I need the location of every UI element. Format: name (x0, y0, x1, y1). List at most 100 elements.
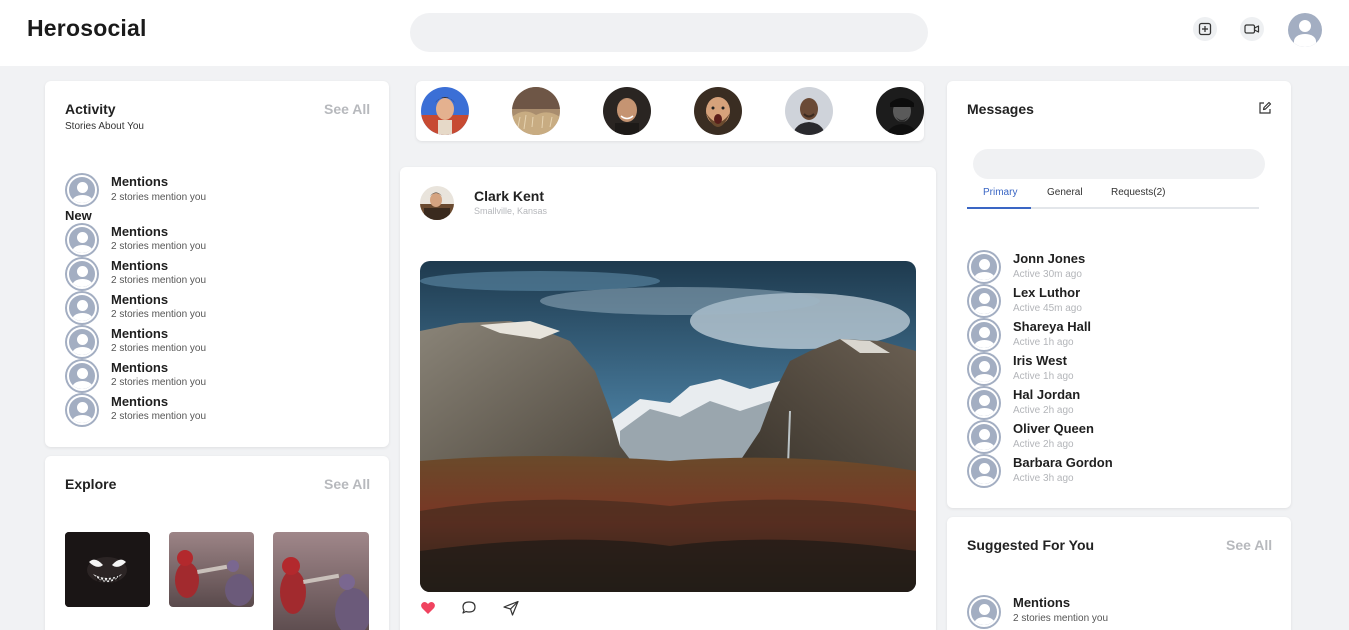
add-square-icon (1198, 22, 1212, 36)
activity-item-sub: 2 stories mention you (111, 377, 207, 388)
activity-avatar (65, 393, 99, 427)
activity-item-name[interactable]: Mentions (111, 258, 168, 273)
deadpool-thanos-image (273, 532, 369, 630)
stories-bar (416, 81, 924, 141)
explore-image-deadpool-thanos[interactable] (273, 532, 369, 630)
activity-item-name[interactable]: Mentions (111, 394, 168, 409)
contact-name[interactable]: Barbara Gordon (1013, 455, 1113, 470)
contact-status: Active 1h ago (1013, 371, 1074, 382)
video-icon (1244, 24, 1260, 34)
comment-icon (462, 601, 476, 614)
tab-general[interactable]: General (1047, 187, 1083, 198)
story-avatar[interactable] (876, 87, 924, 135)
activity-avatar (65, 359, 99, 393)
profile-avatar[interactable] (1288, 13, 1322, 47)
contact-avatar (967, 318, 1001, 352)
user-avatar-icon (1299, 20, 1311, 32)
story-image (876, 87, 924, 135)
contact-avatar (967, 284, 1001, 318)
activity-item-sub: 2 stories mention you (111, 241, 207, 252)
contact-status: Active 2h ago (1013, 405, 1074, 416)
activity-item-sub: 2 stories mention you (111, 275, 207, 286)
story-avatar[interactable] (421, 87, 469, 135)
messages-search-input[interactable] (973, 149, 1265, 179)
new-section-label: New (65, 208, 92, 223)
contact-avatar (967, 454, 1001, 488)
story-image (512, 87, 560, 135)
share-button[interactable] (502, 600, 520, 616)
contact-name[interactable]: Hal Jordan (1013, 387, 1080, 402)
activity-avatar (65, 223, 99, 257)
venom-image (65, 532, 150, 607)
contact-avatar (967, 352, 1001, 386)
tab-requests[interactable]: Requests(2) (1111, 187, 1165, 198)
activity-item-name[interactable]: Mentions (111, 224, 168, 239)
activity-item-name[interactable]: Mentions (111, 360, 168, 375)
suggested-title: Suggested For You (967, 537, 1095, 553)
suggested-see-all-link[interactable]: See All (1226, 537, 1272, 553)
contact-name[interactable]: Iris West (1013, 353, 1067, 368)
contact-avatar (967, 386, 1001, 420)
contact-avatar (967, 250, 1001, 284)
compose-message-button[interactable] (1258, 101, 1272, 115)
contact-name[interactable]: Oliver Queen (1013, 421, 1094, 436)
deadpool-image (169, 532, 254, 607)
activity-subtitle: Stories About You (65, 121, 144, 132)
activity-item-name[interactable]: Mentions (111, 326, 168, 341)
contact-status: Active 45m ago (1013, 303, 1082, 314)
yosemite-valley-image (420, 261, 916, 592)
contact-name[interactable]: Jonn Jones (1013, 251, 1085, 266)
top-bar: Herosocial (0, 0, 1349, 66)
story-image (694, 87, 742, 135)
activity-item-sub: 2 stories mention you (111, 309, 207, 320)
activity-item-sub: 2 stories mention you (111, 192, 207, 203)
post-image[interactable] (420, 261, 916, 592)
story-avatar[interactable] (785, 87, 833, 135)
explore-image-deadpool[interactable] (169, 532, 254, 607)
activity-card (45, 81, 389, 447)
activity-avatar (65, 325, 99, 359)
like-button[interactable] (420, 600, 436, 616)
contact-avatar (967, 420, 1001, 454)
contact-status: Active 30m ago (1013, 269, 1082, 280)
suggested-item-name[interactable]: Mentions (1013, 595, 1070, 610)
story-avatar[interactable] (603, 87, 651, 135)
explore-see-all-link[interactable]: See All (324, 476, 370, 492)
story-image (603, 87, 651, 135)
comment-button[interactable] (461, 600, 477, 616)
avatar-body (1294, 34, 1316, 47)
contact-name[interactable]: Shareya Hall (1013, 319, 1091, 334)
post-location: Smallville, Kansas (474, 206, 548, 216)
contact-status: Active 3h ago (1013, 473, 1074, 484)
activity-avatar (65, 291, 99, 325)
activity-title: Activity (65, 101, 116, 117)
story-avatar[interactable] (512, 87, 560, 135)
add-post-button[interactable] (1193, 17, 1217, 41)
activity-item-name[interactable]: Mentions (111, 292, 168, 307)
heart-icon (421, 602, 435, 614)
activity-item-name[interactable]: Mentions (111, 174, 168, 189)
story-image (785, 87, 833, 135)
video-call-button[interactable] (1240, 17, 1264, 41)
tab-primary[interactable]: Primary (983, 187, 1017, 198)
activity-item-sub: 2 stories mention you (111, 411, 207, 422)
post-author-avatar[interactable] (420, 186, 454, 220)
suggested-avatar (967, 595, 1001, 629)
contact-name[interactable]: Lex Luthor (1013, 285, 1080, 300)
author-avatar-image (420, 186, 454, 220)
contact-status: Active 2h ago (1013, 439, 1074, 450)
explore-title: Explore (65, 476, 117, 492)
send-icon (503, 600, 519, 616)
messages-title: Messages (967, 101, 1034, 117)
activity-item-sub: 2 stories mention you (111, 343, 207, 354)
explore-image-venom[interactable] (65, 532, 150, 607)
post-author-name[interactable]: Clark Kent (474, 188, 544, 204)
activity-see-all-link[interactable]: See All (324, 101, 370, 117)
story-avatar[interactable] (694, 87, 742, 135)
app-logo[interactable]: Herosocial (27, 15, 147, 42)
edit-icon (1259, 101, 1272, 114)
search-input[interactable] (410, 13, 928, 52)
activity-avatar (65, 173, 99, 207)
active-tab-indicator (967, 207, 1031, 209)
story-image (421, 87, 469, 135)
